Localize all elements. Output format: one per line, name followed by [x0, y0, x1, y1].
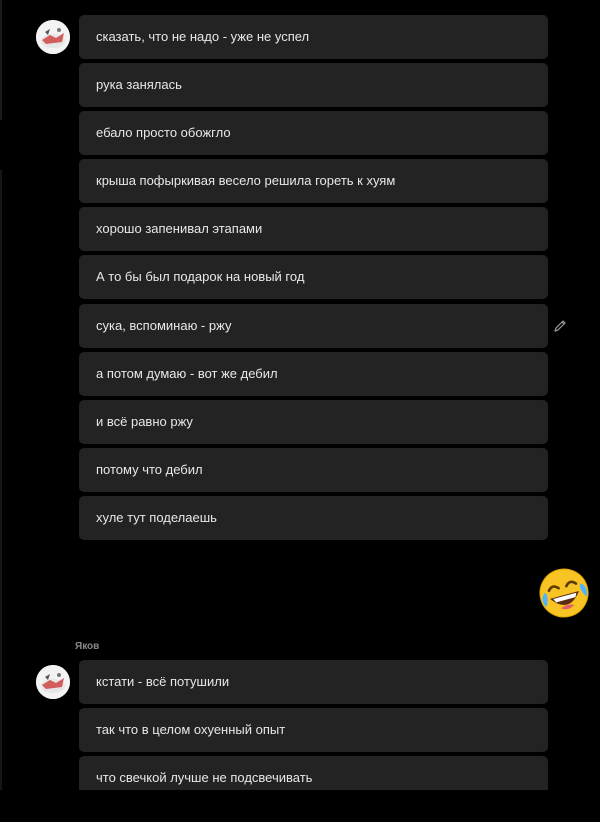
pencil-icon[interactable]	[552, 318, 568, 334]
message-bubble[interactable]: потому что дебил	[79, 448, 548, 492]
message-bubble[interactable]: крыша пофыркивая весело решила гореть к …	[79, 159, 548, 203]
message-bubble[interactable]: хуле тут поделаешь	[79, 496, 548, 540]
avatar[interactable]	[36, 665, 70, 699]
bottom-area	[0, 790, 600, 822]
panel-edge	[0, 0, 2, 120]
message-bubble[interactable]: сказать, что не надо - уже не успел	[79, 15, 548, 59]
message-bubble[interactable]: кстати - всё потушили	[79, 660, 548, 704]
chat-area: сказать, что не надо - уже не успел рука…	[0, 0, 600, 790]
message-bubble[interactable]: сука, вспоминаю - ржу	[79, 304, 548, 348]
message-bubble[interactable]: рука занялась	[79, 63, 548, 107]
avatar[interactable]	[36, 20, 70, 54]
message-bubble[interactable]: хорошо запенивал этапами	[79, 207, 548, 251]
rolling-laughing-emoji[interactable]	[537, 566, 591, 620]
message-bubble[interactable]: так что в целом охуенный опыт	[79, 708, 548, 752]
message-bubble[interactable]: ебало просто обожгло	[79, 111, 548, 155]
message-bubble[interactable]: и всё равно ржу	[79, 400, 548, 444]
sender-name[interactable]: Яков	[75, 641, 99, 652]
message-bubble[interactable]: что свечкой лучше не подсвечивать	[79, 756, 548, 790]
message-bubble[interactable]: а потом думаю - вот же дебил	[79, 352, 548, 396]
message-bubble[interactable]: А то бы был подарок на новый год	[79, 255, 548, 299]
panel-edge	[0, 170, 2, 790]
